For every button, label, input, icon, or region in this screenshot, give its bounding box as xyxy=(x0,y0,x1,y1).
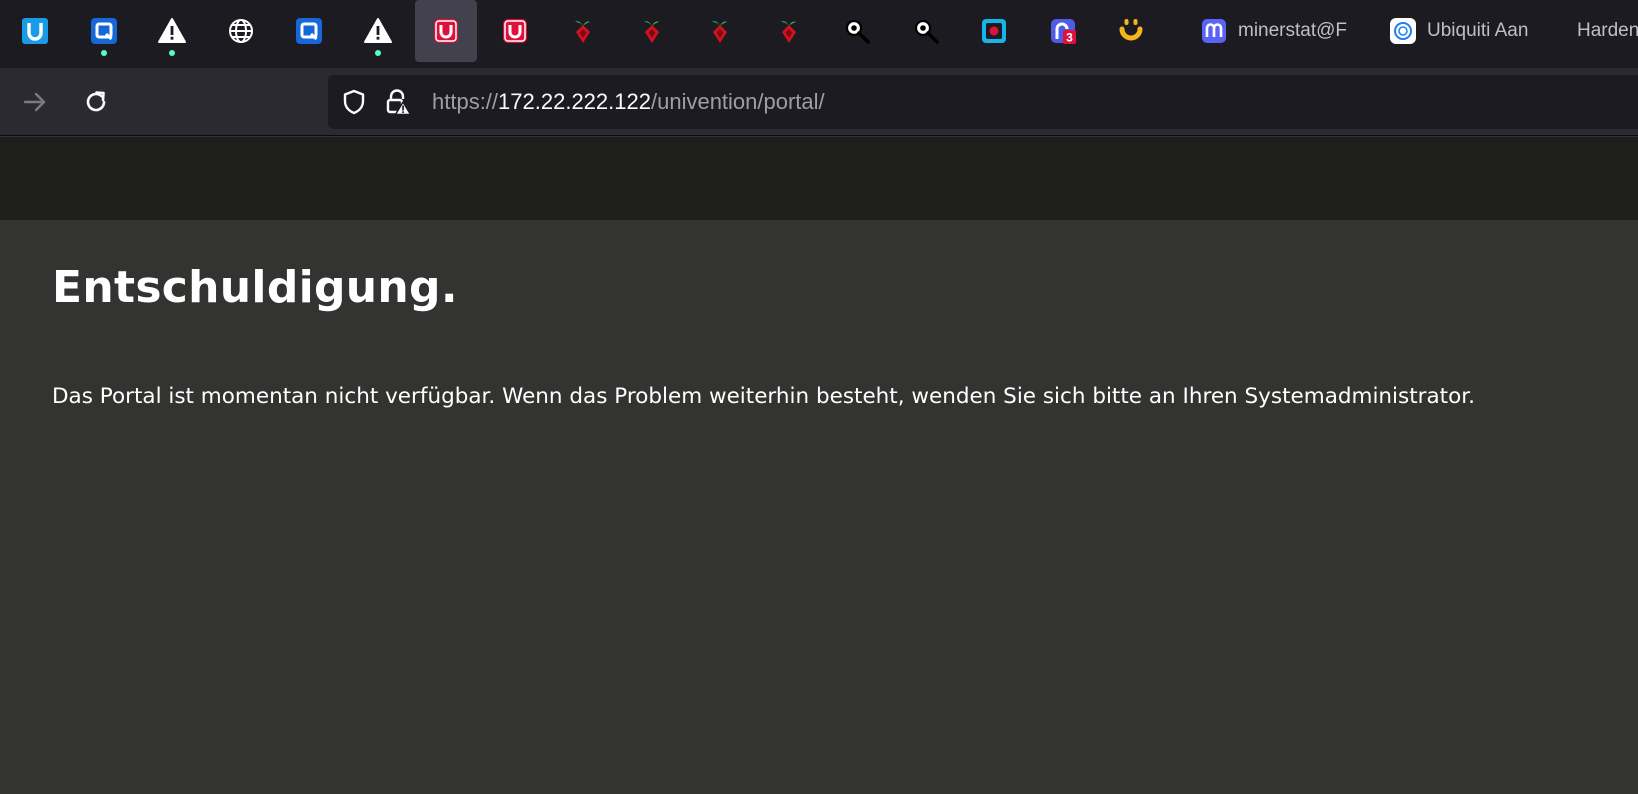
url-bar[interactable]: https://172.22.222.122/univention/portal… xyxy=(328,75,1638,129)
pinned-tab[interactable] xyxy=(826,0,888,62)
tab-title: Ubiquiti Aan xyxy=(1427,20,1529,41)
pihole-icon xyxy=(712,21,727,43)
tab-attention-dot xyxy=(374,50,381,56)
pihole-icon xyxy=(575,21,590,43)
browser-tab[interactable]: Harden xyxy=(1577,0,1638,62)
pinned-tab[interactable] xyxy=(210,0,272,62)
warning-icon xyxy=(363,18,392,43)
reload-button[interactable] xyxy=(74,80,118,124)
univention-icon xyxy=(22,18,48,44)
pinned-tab[interactable] xyxy=(484,0,546,62)
url-scheme: https:// xyxy=(432,89,499,114)
tab-title: Harden xyxy=(1577,20,1638,41)
browser-tab[interactable]: minerstat@F xyxy=(1200,0,1348,62)
pinned-tab[interactable] xyxy=(621,0,683,62)
svg-text:3: 3 xyxy=(1066,31,1073,45)
pinned-tab[interactable] xyxy=(963,0,1025,62)
minerstat-icon xyxy=(1202,19,1226,43)
url-text[interactable]: https://172.22.222.122/univention/portal… xyxy=(432,89,825,115)
pinned-tab[interactable] xyxy=(4,0,66,62)
smiley-app-icon xyxy=(1119,19,1143,41)
tab-attention-dot xyxy=(100,50,107,56)
pinned-tab[interactable] xyxy=(689,0,751,62)
tab-attention-dot xyxy=(169,50,175,56)
unraid-icon xyxy=(502,19,527,43)
magnifier-icon xyxy=(914,19,939,44)
pinned-tab[interactable] xyxy=(552,0,614,62)
globe-icon xyxy=(228,19,253,43)
magnifier-icon xyxy=(845,19,870,44)
error-message: Das Portal ist momentan nicht verfügbar.… xyxy=(52,384,1475,409)
notification-app-icon: 3 xyxy=(1050,19,1076,45)
reload-icon xyxy=(86,91,106,112)
pinned-tab[interactable] xyxy=(73,0,135,62)
pihole-icon xyxy=(780,21,796,43)
pinned-tab[interactable] xyxy=(278,0,340,62)
pinned-tab[interactable] xyxy=(141,0,203,62)
forward-arrow-icon xyxy=(23,92,46,112)
pihole-icon xyxy=(643,21,659,43)
portal-header xyxy=(0,137,1638,220)
frame-app-icon xyxy=(982,19,1006,43)
qnap-icon xyxy=(90,18,117,44)
pinned-tab[interactable] xyxy=(347,0,409,62)
error-page-content: Entschuldigung. Das Portal ist momentan … xyxy=(0,220,1638,794)
pinned-tab[interactable]: 3 xyxy=(1032,0,1094,62)
url-host: 172.22.222.122 xyxy=(498,89,651,114)
forward-button[interactable] xyxy=(13,80,57,124)
tab-title: minerstat@F xyxy=(1238,20,1348,41)
tab-strip: 3 minerstat@F Ubiquiti Aan Harden xyxy=(0,0,1638,68)
insecure-lock-warning-icon[interactable] xyxy=(384,88,412,116)
browser-tab[interactable]: Ubiquiti Aan xyxy=(1389,0,1547,62)
pinned-tab[interactable] xyxy=(1100,0,1162,62)
pinned-tab[interactable] xyxy=(758,0,820,62)
url-path: /univention/portal/ xyxy=(650,89,825,114)
warning-icon xyxy=(158,18,186,43)
pinned-tab[interactable] xyxy=(895,0,957,62)
pinned-tab[interactable] xyxy=(415,0,477,62)
unraid-icon xyxy=(434,19,458,43)
tracking-protection-shield-icon[interactable] xyxy=(340,88,368,116)
qnap-icon xyxy=(296,18,322,44)
navigation-toolbar: https://172.22.222.122/univention/portal… xyxy=(0,68,1638,136)
error-title: Entschuldigung. xyxy=(52,262,458,313)
ubiquiti-icon xyxy=(1390,18,1416,44)
